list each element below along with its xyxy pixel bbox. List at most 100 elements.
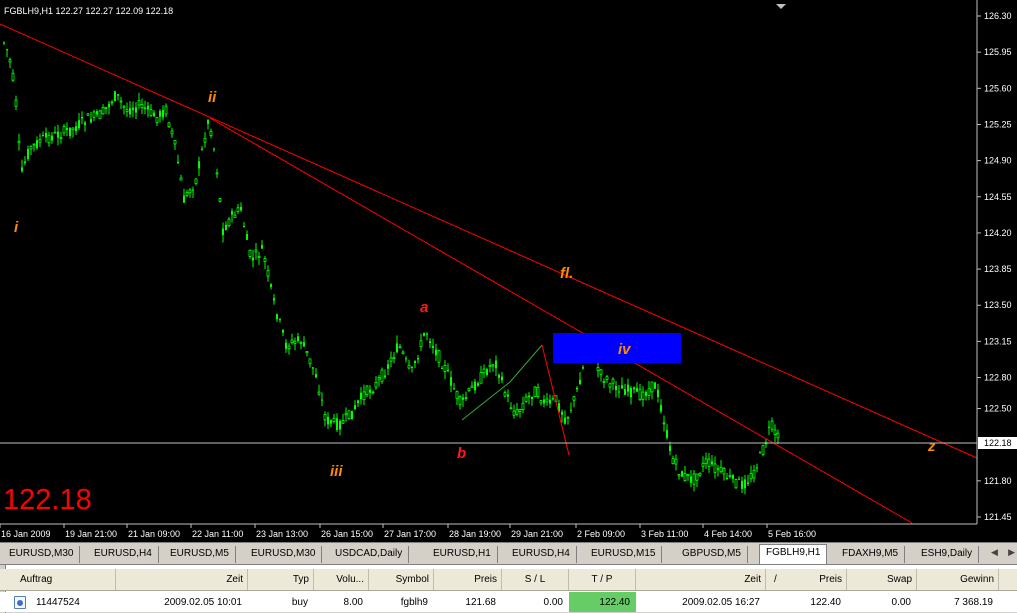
tab-eurusd-h1[interactable]: EURUSD,H1 (427, 546, 498, 563)
price-tick-label: 122.50 (984, 404, 1012, 414)
candle-body-bull (143, 107, 147, 110)
candle-body-bull (701, 462, 705, 467)
candle-body-bull (671, 458, 675, 465)
candle-body-bull (389, 357, 393, 362)
candle-body-bear (618, 391, 620, 393)
candle-body-bull (86, 113, 90, 116)
candle-body-bear (453, 388, 455, 390)
candle-body-bull (194, 178, 198, 185)
tab-gbpusd-m5[interactable]: GBPUSD,M5 (676, 546, 748, 563)
column-header-swap[interactable]: Swap (847, 569, 917, 590)
candle-body-bear (192, 189, 194, 191)
price-tick-label: 123.15 (984, 336, 1012, 346)
candle-body-bear (657, 389, 659, 397)
column-header-time-open[interactable]: Zeit (116, 569, 248, 590)
candle-body-bear (450, 377, 452, 386)
candle-body-bear (501, 376, 503, 381)
price-chart[interactable]: 126.30 125.95 125.60 125.25 124.90 124.55 124.… (0, 0, 1017, 542)
tab-usdcad-daily[interactable]: USDCAD,Daily (329, 546, 410, 563)
candle-body-bull (332, 417, 336, 423)
candle-body-bear (108, 103, 110, 108)
candle-body-bull (233, 214, 237, 218)
tab-eurusd-m30[interactable]: EURUSD,M30 (245, 546, 323, 563)
candle-body-bear (24, 161, 26, 164)
candle-body-bear (741, 480, 743, 489)
candle-body-bear (405, 358, 407, 360)
column-header-order[interactable]: Auftrag (6, 569, 116, 590)
candle-body-bull (248, 249, 252, 257)
candle-body-bull (467, 388, 471, 391)
column-header-price-close[interactable]: Preis (766, 569, 847, 590)
candle-body-bear (615, 385, 617, 390)
candle-body-bear (252, 257, 254, 261)
candle-body-bear (354, 405, 356, 410)
price-tick-label: 125.25 (984, 119, 1012, 129)
candle-body-bear (627, 384, 629, 392)
candle-body-bear (303, 342, 305, 347)
terminal-panel: Auftrag Zeit Typ Volu... Symbol Preis S / LT /… (0, 564, 1017, 613)
time-tick-label: 5 Feb 16:00 (768, 529, 816, 539)
candle-body-bear (231, 211, 233, 215)
tab-scroll-right-icon[interactable]: ▶ (1008, 547, 1015, 561)
column-header-type[interactable]: Typ (248, 569, 314, 590)
candle-body-bear (339, 421, 341, 430)
trendline-upper[interactable] (0, 23, 978, 459)
candle-body-bull (371, 391, 375, 394)
candle-body-bull (11, 72, 15, 81)
time-tick-label: 26 Jan 15:00 (321, 529, 373, 539)
tab-eurusd-m5[interactable]: EURUSD,M5 (164, 546, 236, 563)
column-header-volume[interactable]: Volu... (314, 569, 369, 590)
cell-volume: 8.00 (343, 596, 363, 608)
candle-body-bear (84, 122, 86, 126)
chart-shift-marker[interactable] (776, 4, 786, 9)
time-tick-label: 4 Feb 14:00 (704, 529, 752, 539)
target-box[interactable] (553, 333, 681, 363)
candle-body-bull (59, 137, 63, 140)
candle-body-bull (38, 139, 42, 143)
table-row[interactable]: 11447524 2009.02.05 10:01 buy 8.00 fgblh9 121… (0, 592, 1017, 612)
candle-body-bear (114, 91, 116, 101)
candle-body-bear (159, 111, 161, 117)
tab-eurusd-m30[interactable]: EURUSD,M30 (3, 546, 81, 563)
candle-body-bull (236, 207, 240, 212)
tab-scroll-buttons[interactable]: ◀ ▶ (991, 547, 1015, 561)
candle-body-bear (495, 360, 497, 369)
tab-fgblh9-h1[interactable]: FGBLH9,H1 (759, 544, 828, 564)
candle-body-bear (630, 387, 632, 398)
tab-eurusd-h4[interactable]: EURUSD,H4 (88, 546, 159, 563)
candle-body-bull (263, 258, 267, 262)
candle-body-bull (608, 383, 612, 388)
candle-body-bear (213, 148, 215, 150)
tab-scroll-left-icon[interactable]: ◀ (991, 547, 998, 561)
column-header-symbol[interactable]: Symbol (369, 569, 434, 590)
tab-eurusd-h4[interactable]: EURUSD,H4 (506, 546, 577, 563)
chart-window[interactable]: 126.30 125.95 125.60 125.25 124.90 124.55 124.… (0, 0, 1017, 542)
candle-body-bull (185, 191, 189, 196)
tab-eurusd-m15[interactable]: EURUSD,M15 (585, 546, 663, 563)
candle-body-bear (417, 358, 419, 360)
candle-body-bear (273, 298, 275, 301)
wave-label-iii: iii (330, 463, 343, 480)
column-header-tp[interactable]: T / P (569, 569, 636, 590)
column-header-price-open[interactable]: Preis (434, 569, 502, 590)
candle-body-bull (692, 473, 696, 485)
candle-body-bull (167, 122, 171, 128)
candle-body-bear (198, 161, 200, 169)
column-header-sl[interactable]: S / L (502, 569, 569, 590)
trendline-lower[interactable] (209, 117, 913, 524)
price-tick-label: 124.20 (984, 228, 1012, 238)
candle-body-bull (611, 378, 615, 384)
candle-body-bull (650, 381, 654, 393)
tab-esh9-daily[interactable]: ESH9,Daily (915, 546, 980, 563)
candle-body-bear (6, 49, 8, 51)
candle-body-bull (524, 396, 528, 402)
cell-price-open: 121.68 (465, 596, 496, 608)
column-header-profit[interactable]: Gewinn (917, 569, 999, 590)
candle-body-bull (203, 138, 207, 143)
tab-fdaxh9-m5[interactable]: FDAXH9,M5 (836, 546, 906, 563)
candle-body-bull (53, 131, 57, 134)
column-header-time-close[interactable]: Zeit (636, 569, 766, 590)
candle-body-bear (351, 410, 353, 420)
candle-body-bull (218, 198, 222, 202)
candle-body-bear (666, 430, 668, 438)
